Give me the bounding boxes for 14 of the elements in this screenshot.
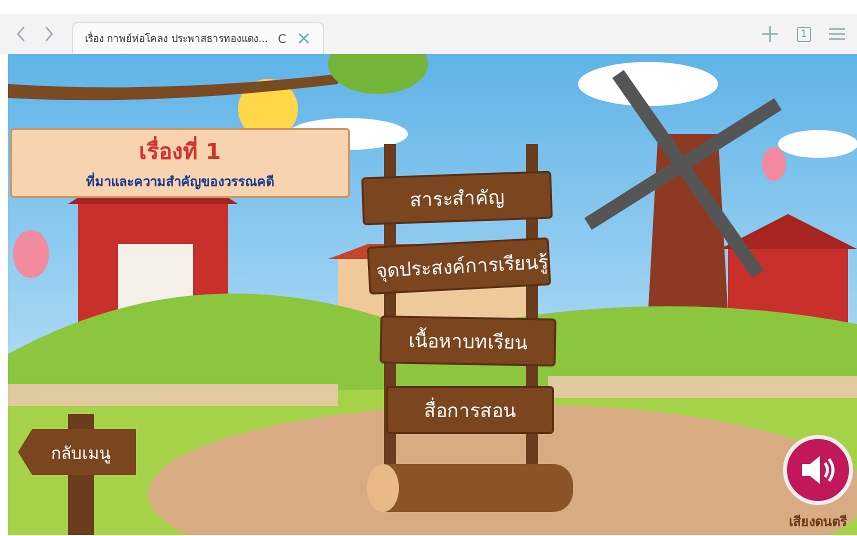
menu-sign-button[interactable]: เนื้อหาบทเรียน [380,315,556,367]
menu-sign-button[interactable]: สื่อการสอน [386,386,554,434]
music-label: เสียงดนตรี [789,514,847,532]
browser-tab[interactable]: เรื่อง กาพย์ห่อโคลง ประพาสธารทองแดง... C × [72,22,324,54]
menu-icon[interactable] [829,27,845,41]
back-icon[interactable] [16,26,26,42]
forward-icon[interactable] [44,26,54,42]
speaker-icon [800,454,836,486]
lesson-subtitle: ที่มาและความสำคัญของวรรณคดี [86,171,274,192]
tab-title: เรื่อง กาพย์ห่อโคลง ประพาสธารทองแดง... [85,31,268,46]
reload-button[interactable]: C [278,32,286,46]
lesson-heading: เรื่องที่ 1 [139,134,221,169]
plus-icon[interactable] [760,25,779,43]
back-sign-button[interactable]: กลับเมนู [18,429,136,475]
